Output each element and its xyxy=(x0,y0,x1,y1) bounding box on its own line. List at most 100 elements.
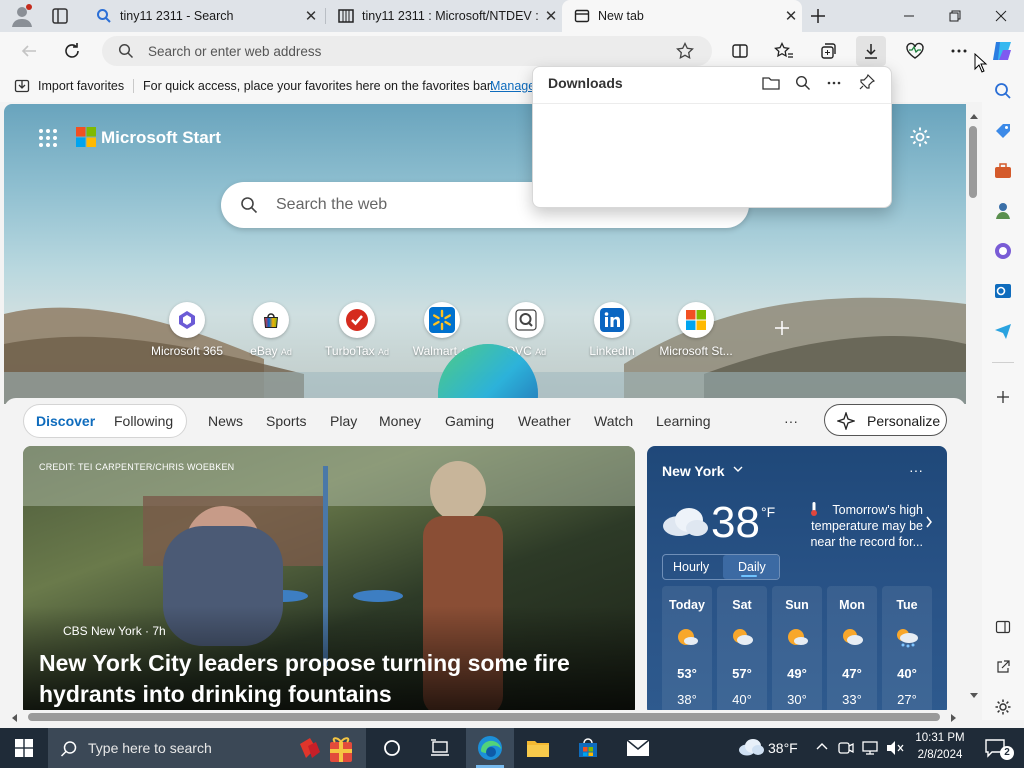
start-button[interactable] xyxy=(0,728,48,768)
meet-now-icon[interactable] xyxy=(838,740,854,756)
scroll-right-icon[interactable] xyxy=(950,713,958,723)
forecast-day[interactable]: Mon 47° 33° xyxy=(827,586,877,710)
forecast-day[interactable]: Sun 49° 30° xyxy=(772,586,822,710)
nav-more-icon[interactable]: ··· xyxy=(784,413,798,429)
weather-note[interactable]: Tomorrow's high temperature may be near … xyxy=(799,502,923,550)
more-menu-icon[interactable] xyxy=(944,36,974,66)
games-icon[interactable] xyxy=(992,200,1014,222)
chevron-down-icon[interactable] xyxy=(733,464,743,474)
import-favorites-link[interactable]: Import favorites xyxy=(38,79,124,93)
volume-muted-icon[interactable] xyxy=(886,740,904,756)
article-headline[interactable]: New York City leaders propose turning so… xyxy=(39,648,609,710)
add-icon[interactable] xyxy=(992,386,1014,408)
close-window-button[interactable] xyxy=(978,0,1024,32)
favorites-icon[interactable] xyxy=(769,36,799,66)
horizontal-scrollbar[interactable] xyxy=(4,710,966,724)
shortcut-microsoft-store[interactable]: Microsoft St... xyxy=(648,302,744,358)
tab-new-tab[interactable]: New tab ✕ xyxy=(562,0,802,32)
clock-date[interactable]: 2/8/2024 xyxy=(912,749,968,761)
shortcut-ebay[interactable]: eBay Ad xyxy=(223,302,319,358)
close-tab-icon[interactable]: ✕ xyxy=(540,7,562,25)
downloads-button[interactable] xyxy=(856,36,886,66)
nav-money[interactable]: Money xyxy=(379,413,421,429)
profile-avatar[interactable] xyxy=(10,4,34,28)
article-card[interactable]: CREDIT: TEI CARPENTER/CHRIS WOEBKEN CBS … xyxy=(23,446,635,710)
shopping-tag-icon[interactable] xyxy=(992,120,1014,142)
hide-sidebar-icon[interactable] xyxy=(992,616,1014,638)
weather-location[interactable]: New York xyxy=(662,463,725,479)
address-bar[interactable]: Search or enter web address xyxy=(102,36,712,66)
performance-icon[interactable] xyxy=(900,36,930,66)
copilot-icon[interactable] xyxy=(987,36,1017,66)
chevron-up-icon[interactable] xyxy=(816,742,828,750)
scroll-up-icon[interactable] xyxy=(969,112,979,120)
edge-taskbar-icon[interactable] xyxy=(466,728,514,768)
office-icon[interactable] xyxy=(992,240,1014,262)
taskbar-search-box[interactable]: Type here to search xyxy=(48,728,366,768)
forecast-day[interactable]: Today 53° 38° xyxy=(662,586,712,710)
close-tab-icon[interactable]: ✕ xyxy=(300,7,322,25)
scroll-thumb[interactable] xyxy=(28,713,940,721)
nav-watch[interactable]: Watch xyxy=(594,413,633,429)
add-shortcut-icon[interactable] xyxy=(774,320,790,336)
apps-launcher-icon[interactable] xyxy=(38,128,58,148)
outlook-icon[interactable] xyxy=(992,280,1014,302)
nav-learning[interactable]: Learning xyxy=(656,413,711,429)
search-icon xyxy=(60,740,78,758)
close-tab-icon[interactable]: ✕ xyxy=(780,7,802,25)
manage-favorites-link[interactable]: Manage xyxy=(490,79,535,93)
mail-icon[interactable] xyxy=(614,728,662,768)
folder-icon[interactable] xyxy=(762,75,780,91)
store-icon[interactable] xyxy=(564,728,612,768)
weather-card[interactable]: New York ··· 38 °F Tomorrow's high tempe… xyxy=(647,446,947,710)
personalize-button[interactable]: Personalize xyxy=(824,404,947,436)
file-explorer-icon[interactable] xyxy=(514,728,562,768)
search-icon[interactable] xyxy=(795,75,811,91)
clock-time[interactable]: 10:31 PM xyxy=(912,732,968,744)
nav-discover[interactable]: Discover xyxy=(36,413,95,429)
tab-search[interactable]: tiny11 2311 - Search ✕ xyxy=(84,0,322,32)
nav-gaming[interactable]: Gaming xyxy=(445,413,494,429)
restore-button[interactable] xyxy=(932,0,978,32)
nav-news[interactable]: News xyxy=(208,413,243,429)
external-link-icon[interactable] xyxy=(992,656,1014,678)
more-options-icon[interactable] xyxy=(826,75,842,91)
nav-play[interactable]: Play xyxy=(330,413,357,429)
tab-actions-icon[interactable] xyxy=(50,6,70,26)
cortana-icon[interactable] xyxy=(368,728,416,768)
nav-sports[interactable]: Sports xyxy=(266,413,306,429)
minimize-button[interactable] xyxy=(886,0,932,32)
send-icon[interactable] xyxy=(992,320,1014,342)
vertical-scrollbar[interactable] xyxy=(966,104,982,710)
tab-hourly[interactable]: Hourly xyxy=(673,560,709,574)
scroll-thumb[interactable] xyxy=(969,126,977,198)
chevron-right-icon[interactable] xyxy=(925,516,933,528)
sidebar-settings-icon[interactable] xyxy=(992,696,1014,718)
shortcut-linkedin[interactable]: LinkedIn xyxy=(564,302,660,358)
search-icon[interactable] xyxy=(992,80,1014,102)
shortcut-microsoft-365[interactable]: Microsoft 365 xyxy=(139,302,235,358)
weather-cloud-icon[interactable] xyxy=(738,738,764,756)
network-icon[interactable] xyxy=(862,740,878,756)
scroll-left-icon[interactable] xyxy=(10,713,18,723)
task-view-icon[interactable] xyxy=(416,728,464,768)
split-screen-icon[interactable] xyxy=(725,36,755,66)
forecast-day[interactable]: Sat 57° 40° xyxy=(717,586,767,710)
favorite-star-icon[interactable] xyxy=(676,42,694,60)
scroll-down-icon[interactable] xyxy=(969,692,979,700)
taskbar-weather-temp[interactable]: 38°F xyxy=(768,740,798,756)
new-tab-button[interactable] xyxy=(808,6,828,26)
pin-icon[interactable] xyxy=(859,74,875,90)
tools-icon[interactable] xyxy=(992,160,1014,182)
forecast-day[interactable]: Tue 40° 27° xyxy=(882,586,932,710)
nav-following[interactable]: Following xyxy=(114,413,173,429)
nav-weather[interactable]: Weather xyxy=(518,413,571,429)
collections-icon[interactable] xyxy=(813,36,843,66)
back-button[interactable] xyxy=(14,36,44,66)
tab-archive[interactable]: tiny11 2311 : Microsoft/NTDEV : ✕ xyxy=(326,0,562,32)
refresh-button[interactable] xyxy=(57,36,87,66)
settings-gear-icon[interactable] xyxy=(909,126,931,148)
weather-more-icon[interactable]: ··· xyxy=(909,462,923,478)
tab-daily[interactable]: Daily xyxy=(738,560,766,574)
shortcut-turbotax[interactable]: TurboTax Ad xyxy=(309,302,405,358)
